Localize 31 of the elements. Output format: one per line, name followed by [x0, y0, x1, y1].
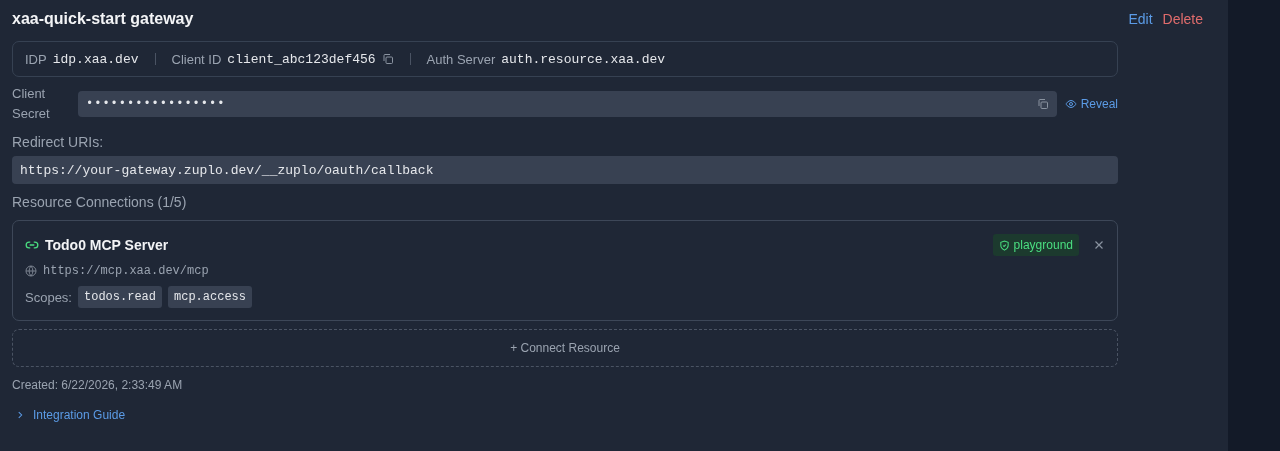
integration-guide-toggle[interactable]: Integration Guide — [12, 408, 1118, 422]
info-value: idp.xaa.dev — [52, 51, 139, 67]
info-label: Auth Server — [426, 51, 496, 67]
info-value: auth.resource.xaa.dev — [501, 51, 666, 67]
info-label: Client ID — [171, 51, 222, 67]
scope-tag: todos.read — [78, 286, 162, 308]
resource-url: https://mcp.xaa.dev/mcp — [43, 264, 209, 278]
environment-badge: playground — [992, 234, 1079, 256]
resource-name: Todo0 MCP Server — [45, 237, 169, 253]
delete-link[interactable]: Delete — [1162, 11, 1203, 27]
connect-resource-button[interactable]: + Connect Resource — [12, 329, 1118, 367]
redirect-uri-field: https://your-gateway.zuplo.dev/__zuplo/oauth/callback — [12, 156, 1118, 184]
chevron-icon[interactable] — [15, 410, 25, 420]
created-timestamp: Created: 6/22/2026, 2:33:49 AM — [12, 378, 184, 392]
globe-icon — [25, 265, 37, 277]
reveal-button[interactable]: Reveal — [1056, 97, 1118, 111]
edit-link[interactable]: Edit — [1128, 11, 1153, 27]
eye-icon[interactable] — [1064, 98, 1077, 110]
secret-field[interactable]: ••••••••••••••••• — [78, 91, 1057, 117]
copy-icon[interactable] — [1036, 98, 1049, 110]
close-icon[interactable] — [1093, 239, 1105, 251]
gateway-title: xaa-quick-start gateway — [12, 10, 194, 28]
redirect-heading: Redirect URIs: — [12, 134, 105, 150]
resources-heading: Resource Connections (1/5) — [12, 194, 188, 210]
scopes-label: Scopes: — [25, 289, 72, 305]
link-icon — [25, 238, 39, 252]
info-value: client_abc123def456 — [227, 51, 376, 67]
secret-label: Client Secret — [12, 85, 51, 123]
scope-tag: mcp.access — [168, 286, 252, 308]
copy-icon[interactable] — [381, 53, 394, 65]
info-label: IDP — [25, 51, 47, 67]
